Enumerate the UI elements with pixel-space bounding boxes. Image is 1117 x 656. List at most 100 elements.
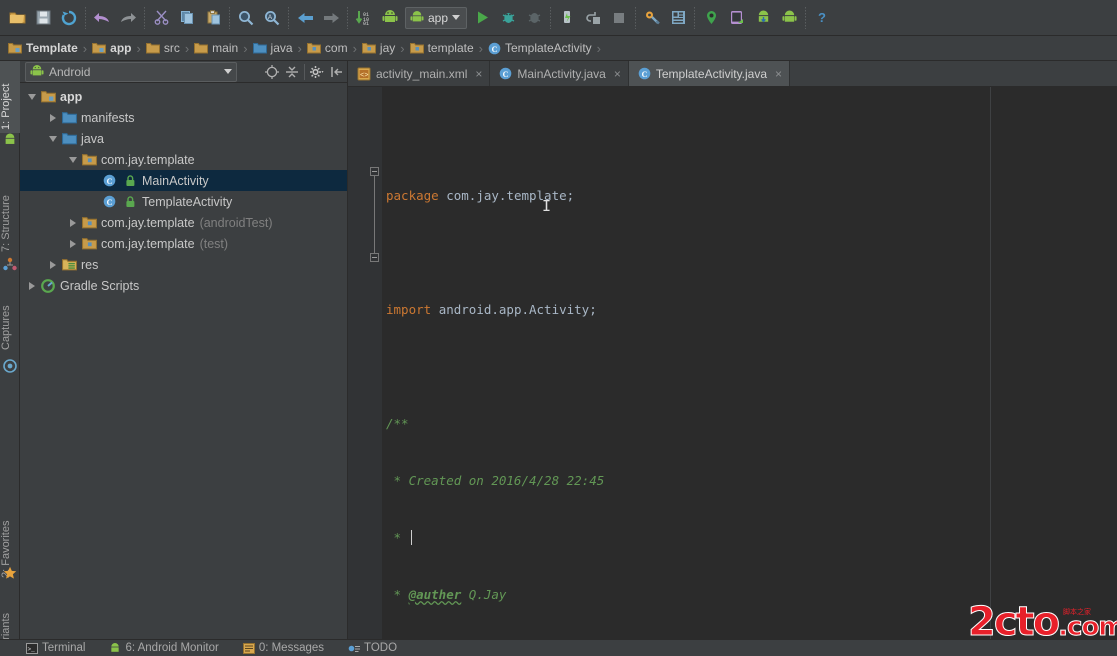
breadcrumb-item-java[interactable]: java <box>250 36 296 60</box>
tree-row-java[interactable]: java <box>20 128 347 149</box>
replace-icon[interactable]: A <box>259 5 285 31</box>
editor-gutter[interactable] <box>348 87 382 639</box>
breadcrumb-separator: › <box>136 40 141 56</box>
tree-row-package[interactable]: com.jay.template <box>20 149 347 170</box>
avd-manager-icon[interactable] <box>377 5 403 31</box>
tab-templateactivity-java[interactable]: C TemplateActivity.java × <box>628 61 791 86</box>
code-editor[interactable]: package com.jay.template; import android… <box>348 87 1117 639</box>
breadcrumb-item-template-pkg[interactable]: template <box>407 36 477 60</box>
mouse-text-cursor: I <box>542 197 552 215</box>
android2-icon[interactable] <box>776 5 802 31</box>
android-download-icon[interactable] <box>750 5 776 31</box>
breadcrumb-item-class[interactable]: C TemplateActivity <box>485 36 595 60</box>
toolbar-divider-9 <box>805 6 807 29</box>
twisty-right-icon[interactable] <box>66 233 80 254</box>
redo-icon[interactable] <box>115 5 141 31</box>
tab-activity-main-xml[interactable]: <> activity_main.xml × <box>348 61 491 86</box>
tree-row-manifests[interactable]: manifests <box>20 107 347 128</box>
tree-row-res[interactable]: res <box>20 254 347 275</box>
res-folder-icon <box>60 257 78 273</box>
project-structure-icon[interactable] <box>639 5 665 31</box>
attach-debugger-icon[interactable] <box>521 5 547 31</box>
device-monitor-icon[interactable] <box>724 5 750 31</box>
scroll-from-source-icon[interactable] <box>262 62 282 82</box>
tree-label: com.jay.template <box>101 152 195 167</box>
sync-icon[interactable] <box>56 5 82 31</box>
project-view-selector[interactable]: Android <box>25 61 237 82</box>
tree-row-mainactivity[interactable]: C MainActivity <box>20 170 347 191</box>
tree-row-androidtest[interactable]: com.jay.template (androidTest) <box>20 212 347 233</box>
help-icon[interactable]: ? <box>809 5 835 31</box>
breadcrumb-item-template[interactable]: Template <box>5 36 81 60</box>
header-divider <box>304 63 305 80</box>
copy-icon[interactable] <box>174 5 200 31</box>
twisty-down-icon[interactable] <box>66 149 80 170</box>
debug-icon[interactable] <box>495 5 521 31</box>
svg-text:>_: >_ <box>28 646 36 653</box>
cut-icon[interactable] <box>148 5 174 31</box>
hide-panel-icon[interactable] <box>327 62 347 82</box>
project-tree[interactable]: app manifests java com.jay.template C Ma… <box>20 83 347 639</box>
apply-changes-icon[interactable] <box>580 5 606 31</box>
code-line: * <box>386 528 1117 547</box>
find-icon[interactable] <box>233 5 259 31</box>
twisty-down-icon[interactable] <box>46 128 60 149</box>
bottom-item-todo[interactable]: TODO <box>348 642 397 654</box>
sdk-manager-icon[interactable]: 01 10 01 <box>351 5 377 31</box>
sidebar-item-captures[interactable]: Captures <box>0 279 20 353</box>
tree-label-suffix: (androidTest) <box>199 215 273 230</box>
instant-run-icon[interactable] <box>554 5 580 31</box>
collapse-all-icon[interactable] <box>282 62 302 82</box>
chevron-down-icon[interactable] <box>452 15 461 20</box>
breadcrumb-label: TemplateActivity <box>504 41 592 55</box>
code-text[interactable]: package com.jay.template; import android… <box>382 87 1117 639</box>
twisty-right-icon[interactable] <box>25 275 39 296</box>
settings-gear-icon[interactable] <box>307 62 327 82</box>
breadcrumb-item-jay[interactable]: jay <box>359 36 398 60</box>
undo-icon[interactable] <box>89 5 115 31</box>
close-icon[interactable]: × <box>475 67 482 81</box>
sidebar-item-project[interactable]: 1: Project <box>0 61 20 133</box>
close-icon[interactable]: × <box>614 67 621 81</box>
twisty-right-icon[interactable] <box>46 254 60 275</box>
open-folder-icon[interactable] <box>4 5 30 31</box>
tab-mainactivity-java[interactable]: C MainActivity.java × <box>490 61 629 86</box>
twisty-right-icon[interactable] <box>46 107 60 128</box>
breadcrumb-item-app[interactable]: app <box>89 36 134 60</box>
breadcrumb-item-com[interactable]: com <box>304 36 351 60</box>
forward-icon[interactable] <box>318 5 344 31</box>
breadcrumb-separator: › <box>352 40 357 56</box>
bottom-item-terminal[interactable]: >_ Terminal <box>26 642 85 654</box>
toolbar-divider-6 <box>550 6 552 29</box>
fold-marker-open[interactable] <box>370 167 379 176</box>
svg-text:01: 01 <box>363 21 369 26</box>
close-icon[interactable]: × <box>775 67 782 81</box>
twisty-down-icon[interactable] <box>25 86 39 107</box>
save-all-icon[interactable] <box>30 5 56 31</box>
class-icon: C <box>100 194 118 210</box>
bottom-item-messages[interactable]: 0: Messages <box>242 642 324 654</box>
right-margin-guide <box>990 87 991 639</box>
breadcrumb-label: java <box>270 41 293 55</box>
avd-manager2-icon[interactable] <box>698 5 724 31</box>
run-configuration-selector[interactable]: app <box>405 6 468 29</box>
tree-row-gradle-scripts[interactable]: Gradle Scripts <box>20 275 347 296</box>
breadcrumb-item-main[interactable]: main <box>191 36 241 60</box>
sdk-manager2-icon[interactable] <box>665 5 691 31</box>
sidebar-item-structure[interactable]: 7: Structure <box>0 169 20 255</box>
fold-marker-close[interactable] <box>370 253 379 262</box>
back-icon[interactable] <box>292 5 318 31</box>
chevron-down-icon[interactable] <box>224 69 232 74</box>
twisty-right-icon[interactable] <box>66 212 80 233</box>
module-folder-icon <box>92 43 107 54</box>
breadcrumb-item-src[interactable]: src <box>143 36 183 60</box>
tree-row-test[interactable]: com.jay.template (test) <box>20 233 347 254</box>
tree-row-templateactivity[interactable]: C TemplateActivity <box>20 191 347 212</box>
android-icon <box>410 11 424 22</box>
run-icon[interactable] <box>469 5 495 31</box>
bottom-item-android-monitor[interactable]: 6: Android Monitor <box>109 642 219 654</box>
stop-icon[interactable] <box>606 5 632 31</box>
paste-icon[interactable] <box>200 5 226 31</box>
code-line: import android.app.Activity; <box>386 300 1117 319</box>
tree-row-app[interactable]: app <box>20 86 347 107</box>
